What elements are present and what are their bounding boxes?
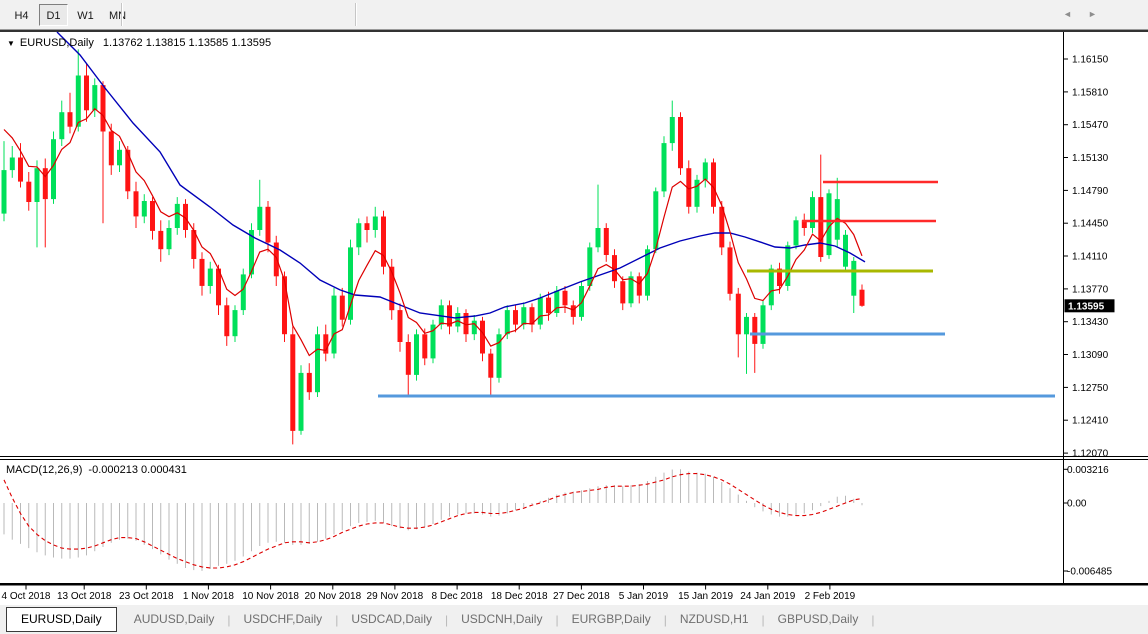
tab-separator: | — [227, 613, 230, 627]
macd-tick-label: -0.006485 — [1067, 567, 1112, 578]
tab-scroll-left-button[interactable]: ◄ — [1063, 0, 1072, 29]
price-tick-label: 1.14110 — [1072, 252, 1108, 263]
price-tick-label: 1.12750 — [1072, 383, 1109, 394]
horizontal-lines[interactable] — [378, 182, 1055, 396]
trading-terminal-window: H4D1W1MN 1.16150 1.15810 1.15470 1.15130 1.1… — [0, 0, 1148, 634]
toolbar-separator — [355, 3, 357, 26]
price-tick-label: 1.14450 — [1072, 219, 1109, 230]
date-tick-label: 24 Jan 2019 — [740, 591, 795, 602]
macd-values: -0.000213 0.000431 — [88, 464, 186, 476]
price-tick-label: 1.12070 — [1072, 449, 1109, 460]
timeframe-button-d1[interactable]: D1 — [39, 4, 68, 26]
date-tick-label: 2 Feb 2019 — [805, 591, 856, 602]
tab-eurgbp[interactable]: EURGBP,Daily — [560, 605, 663, 634]
tab-separator: | — [762, 613, 765, 627]
timeframe-button-w1[interactable]: W1 — [71, 4, 100, 26]
tab-separator: | — [445, 613, 448, 627]
date-tick-label: 23 Oct 2018 — [119, 591, 174, 602]
macd-indicator-label: MACD(12,26,9) -0.000213 0.000431 — [6, 464, 187, 476]
date-tick-label: 10 Nov 2018 — [242, 591, 299, 602]
macd-name: MACD(12,26,9) — [6, 464, 82, 476]
tab-separator: | — [335, 613, 338, 627]
price-tick-label: 1.13770 — [1072, 284, 1109, 295]
chart-title: ▼ EURUSD,Daily 1.13762 1.13815 1.13585 1.1… — [7, 37, 271, 49]
chart-canvas[interactable]: 1.16150 1.15810 1.15470 1.15130 1.14790 1.144… — [0, 0, 1148, 634]
price-tick-label: 1.14790 — [1072, 186, 1109, 197]
timeframe-toolbar: H4D1W1MN — [0, 0, 1148, 30]
date-tick-label: 18 Dec 2018 — [491, 591, 548, 602]
price-tick-label: 1.13090 — [1072, 350, 1109, 361]
macd-axis: 0.003216 0.00 -0.006485 — [1064, 465, 1113, 578]
price-tick-label: 1.15810 — [1072, 87, 1109, 98]
price-tick-label: 1.15130 — [1072, 153, 1109, 164]
symbol-dropdown-icon[interactable]: ▼ — [7, 39, 15, 48]
date-tick-label: 20 Nov 2018 — [304, 591, 361, 602]
tab-usdchf[interactable]: USDCHF,Daily — [232, 605, 335, 634]
date-axis: 4 Oct 2018 13 Oct 2018 23 Oct 2018 1 Nov 20… — [2, 586, 856, 603]
candlestick-series — [2, 49, 865, 444]
date-tick-label: 27 Dec 2018 — [553, 591, 610, 602]
date-tick-label: 13 Oct 2018 — [57, 591, 112, 602]
date-tick-label: 8 Dec 2018 — [432, 591, 484, 602]
svg-text:1.13595: 1.13595 — [1068, 302, 1105, 313]
macd-tick-label: 0.00 — [1067, 499, 1087, 510]
tab-usdcnh[interactable]: USDCNH,Daily — [449, 605, 554, 634]
tab-gbpusd[interactable]: GBPUSD,Daily — [766, 605, 871, 634]
tab-scroll-right-button[interactable]: ► — [1088, 0, 1097, 29]
ma-slow-line — [57, 32, 865, 318]
tab-usdcad[interactable]: USDCAD,Daily — [339, 605, 444, 634]
chart-tab-bar: EURUSD,DailyAUDUSD,Daily|USDCHF,Daily|US… — [0, 605, 1148, 634]
timeframe-button-mn[interactable]: MN — [103, 4, 132, 26]
chart-ohlc-values: 1.13762 1.13815 1.13585 1.13595 — [103, 37, 271, 49]
timeframe-button-group: H4D1W1MN — [7, 4, 135, 26]
tab-eurusd[interactable]: EURUSD,Daily — [6, 607, 117, 632]
date-tick-label: 29 Nov 2018 — [367, 591, 424, 602]
price-tick-label: 1.16150 — [1072, 55, 1109, 66]
tab-separator: | — [871, 613, 874, 627]
timeframe-button-h4[interactable]: H4 — [7, 4, 36, 26]
chart-symbol-label: EURUSD,Daily — [20, 37, 94, 49]
ma-fast-line — [4, 109, 862, 356]
macd-histogram — [4, 469, 862, 571]
date-tick-label: 4 Oct 2018 — [2, 591, 51, 602]
current-price-tag: 1.13595 — [1065, 299, 1115, 312]
date-tick-label: 5 Jan 2019 — [619, 591, 669, 602]
price-tick-label: 1.13430 — [1072, 317, 1109, 328]
date-tick-label: 15 Jan 2019 — [678, 591, 733, 602]
price-axis: 1.16150 1.15810 1.15470 1.15130 1.14790 1.144… — [1064, 55, 1115, 460]
date-tick-label: 1 Nov 2018 — [183, 591, 235, 602]
tab-audusd[interactable]: AUDUSD,Daily — [122, 605, 227, 634]
tab-separator: | — [664, 613, 667, 627]
toolbar-separator — [121, 3, 123, 26]
tab-nzdusd[interactable]: NZDUSD,H1 — [668, 605, 761, 634]
price-tick-label: 1.15470 — [1072, 120, 1109, 131]
price-tick-label: 1.12410 — [1072, 416, 1109, 427]
macd-tick-label: 0.003216 — [1067, 465, 1109, 476]
tab-separator: | — [555, 613, 558, 627]
